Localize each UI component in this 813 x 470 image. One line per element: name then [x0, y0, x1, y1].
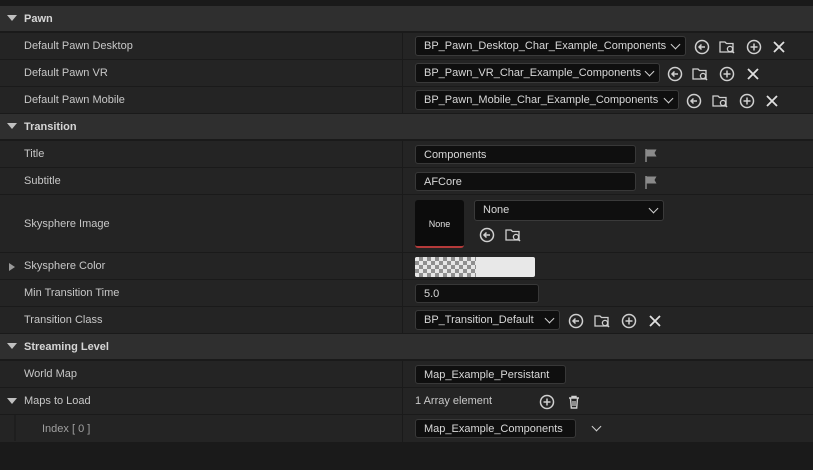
min-transition-time-input[interactable]: 5.0 [415, 284, 539, 303]
property-row-default-pawn-mobile: Default Pawn Mobile BP_Pawn_Mobile_Char_… [0, 87, 813, 114]
category-pawn[interactable]: Pawn [0, 6, 813, 32]
world-map-input[interactable]: Map_Example_Persistant [415, 365, 566, 384]
property-label: Default Pawn Mobile [24, 94, 125, 106]
panel-empty-space [0, 443, 813, 470]
use-selected-arrow-icon[interactable] [479, 227, 495, 243]
add-plus-circle-icon[interactable] [746, 39, 762, 55]
array-index-label: Index [ 0 ] [42, 423, 91, 435]
category-label: Transition [24, 121, 77, 133]
category-label: Pawn [24, 13, 53, 25]
property-label: Skysphere Color [24, 260, 106, 272]
chevron-down-icon [644, 66, 655, 77]
alpha-checker [415, 257, 476, 277]
property-row-default-pawn-vr: Default Pawn VR BP_Pawn_VR_Char_Example_… [0, 60, 813, 87]
property-label: Skysphere Image [24, 218, 110, 230]
expand-arrow-icon[interactable] [9, 263, 15, 271]
skysphere-image-combo[interactable]: None [474, 200, 664, 221]
property-row-skysphere-image: Skysphere Image None [0, 195, 813, 253]
property-row-index-0: Index [ 0 ] Map_Example_Components [0, 415, 813, 443]
combo-value: BP_Transition_Default [424, 314, 534, 326]
property-row-world-map: World Map Map_Example_Persistant [0, 361, 813, 388]
column-divider[interactable] [402, 195, 403, 252]
column-divider[interactable] [402, 307, 403, 333]
localize-flag-icon[interactable] [643, 174, 659, 190]
collapse-arrow-icon[interactable] [7, 123, 17, 129]
localize-flag-icon[interactable] [643, 147, 659, 163]
subtitle-input[interactable]: AFCore [415, 172, 636, 191]
browse-folder-search-icon[interactable] [594, 313, 610, 329]
column-divider[interactable] [402, 168, 403, 194]
combo-value: BP_Pawn_VR_Char_Example_Components [424, 67, 642, 79]
browse-folder-search-icon[interactable] [719, 39, 735, 55]
chevron-down-icon [670, 39, 681, 50]
chevron-down-icon [663, 93, 674, 104]
browse-folder-search-icon[interactable] [712, 93, 728, 109]
use-selected-arrow-icon[interactable] [694, 39, 710, 55]
property-label: Min Transition Time [24, 287, 120, 299]
property-row-transition-class: Transition Class BP_Transition_Default [0, 307, 813, 334]
add-plus-circle-icon[interactable] [719, 66, 735, 82]
property-label: Default Pawn VR [24, 67, 108, 79]
transition-class-combo[interactable]: BP_Transition_Default [415, 310, 560, 330]
chevron-down-icon [648, 203, 659, 214]
property-label: Default Pawn Desktop [24, 40, 133, 52]
property-row-skysphere-color: Skysphere Color [0, 253, 813, 280]
category-streaming-level[interactable]: Streaming Level [0, 334, 813, 360]
column-divider[interactable] [402, 87, 403, 113]
skysphere-thumbnail[interactable]: None [415, 200, 464, 248]
column-divider[interactable] [402, 388, 403, 414]
title-input[interactable]: Components [415, 145, 636, 164]
add-plus-circle-icon[interactable] [621, 313, 637, 329]
collapse-arrow-icon[interactable] [7, 398, 17, 404]
index-0-input[interactable]: Map_Example_Components [415, 419, 576, 438]
pawn-vr-combo[interactable]: BP_Pawn_VR_Char_Example_Components [415, 63, 660, 83]
use-selected-arrow-icon[interactable] [686, 93, 702, 109]
pawn-mobile-combo[interactable]: BP_Pawn_Mobile_Char_Example_Components [415, 90, 679, 110]
add-element-plus-circle-icon[interactable] [539, 394, 555, 410]
combo-value: None [483, 204, 510, 216]
clear-close-icon[interactable] [745, 66, 761, 82]
clear-close-icon[interactable] [764, 93, 780, 109]
array-count: 1 Array element [415, 395, 493, 407]
category-transition[interactable]: Transition [0, 114, 813, 140]
collapse-arrow-icon[interactable] [7, 15, 17, 21]
collapse-arrow-icon[interactable] [7, 343, 17, 349]
delete-all-trash-icon[interactable] [566, 394, 582, 410]
column-divider[interactable] [402, 60, 403, 86]
combo-value: BP_Pawn_Mobile_Char_Example_Components [424, 94, 659, 106]
property-label: Subtitle [24, 175, 61, 187]
category-label: Streaming Level [24, 341, 109, 353]
clear-close-icon[interactable] [771, 39, 787, 55]
skysphere-color-swatch[interactable] [415, 257, 535, 277]
column-divider[interactable] [402, 280, 403, 306]
property-row-subtitle: Subtitle AFCore [0, 168, 813, 195]
chevron-down-icon[interactable] [591, 421, 602, 432]
chevron-down-icon [544, 313, 555, 324]
nesting-gutter [14, 415, 16, 441]
property-label: World Map [24, 368, 77, 380]
property-label: Maps to Load [24, 395, 91, 407]
browse-folder-search-icon[interactable] [505, 227, 521, 243]
use-selected-arrow-icon[interactable] [667, 66, 683, 82]
add-plus-circle-icon[interactable] [739, 93, 755, 109]
column-divider[interactable] [402, 253, 403, 279]
property-row-title: Title Components [0, 141, 813, 168]
combo-value: BP_Pawn_Desktop_Char_Example_Components [424, 40, 667, 52]
column-divider[interactable] [402, 361, 403, 387]
pawn-desktop-combo[interactable]: BP_Pawn_Desktop_Char_Example_Components [415, 36, 686, 56]
property-label: Title [24, 148, 45, 160]
column-divider[interactable] [402, 141, 403, 167]
column-divider[interactable] [402, 33, 403, 59]
browse-folder-search-icon[interactable] [692, 66, 708, 82]
property-row-min-transition-time: Min Transition Time 5.0 [0, 280, 813, 307]
use-selected-arrow-icon[interactable] [568, 313, 584, 329]
property-label: Transition Class [24, 314, 103, 326]
column-divider[interactable] [402, 415, 403, 442]
clear-close-icon[interactable] [647, 313, 663, 329]
property-row-default-pawn-desktop: Default Pawn Desktop BP_Pawn_Desktop_Cha… [0, 33, 813, 60]
property-row-maps-to-load: Maps to Load 1 Array element [0, 388, 813, 415]
